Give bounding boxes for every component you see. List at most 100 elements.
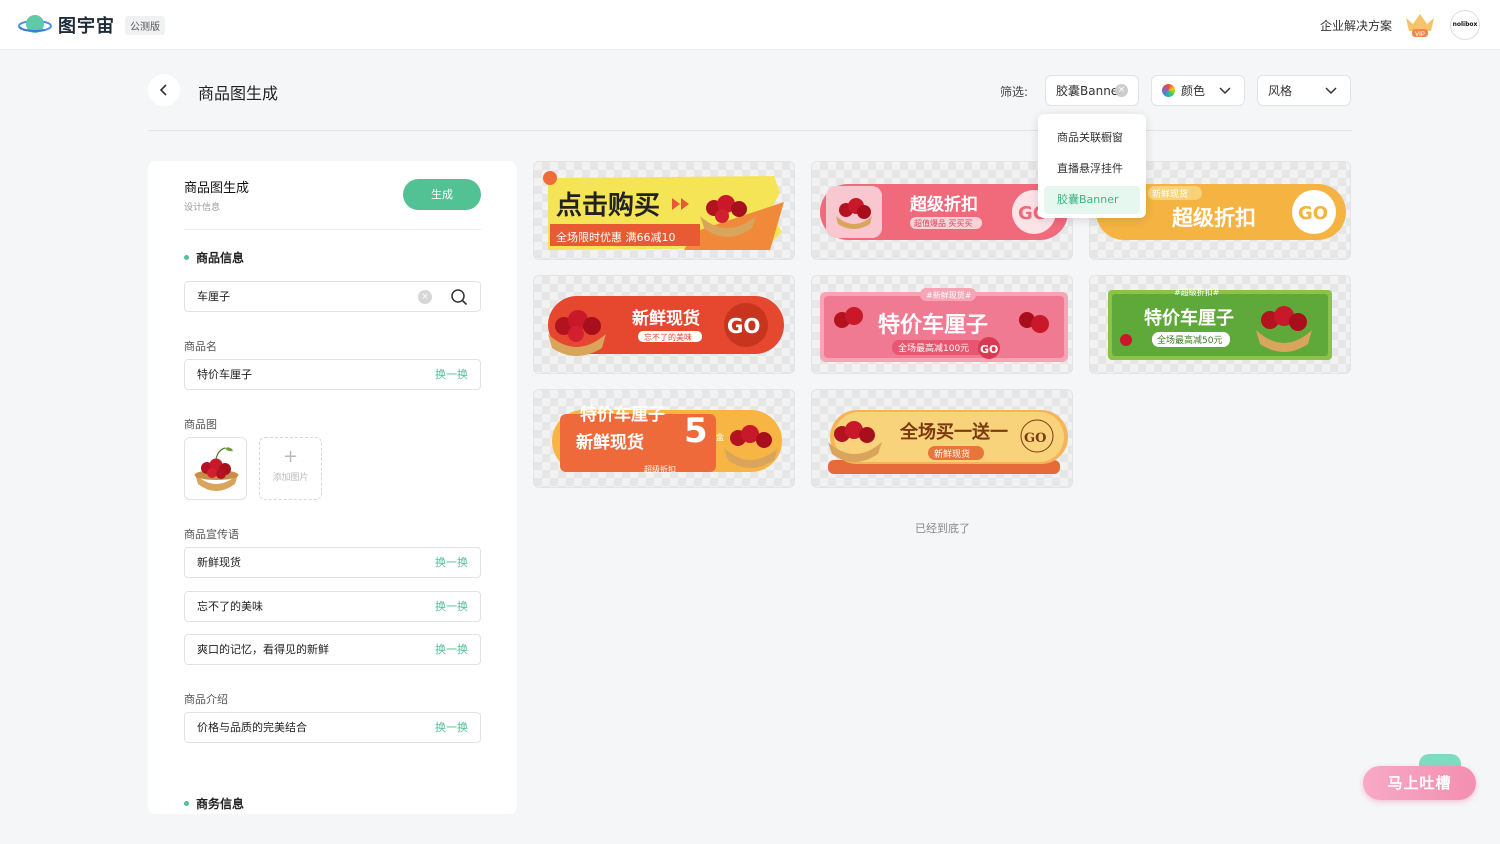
banner-headline: 特价车厘子 bbox=[1144, 307, 1234, 329]
swap-button[interactable]: 换一换 bbox=[435, 360, 468, 389]
banner-unit: 盒 bbox=[716, 432, 724, 442]
product-search-value: 车厘子 bbox=[197, 290, 230, 303]
panel-divider bbox=[184, 229, 481, 230]
design-info-panel: 商品图生成 设计信息 生成 商品信息 车厘子 × 商品名 特价车厘子 换一换 商… bbox=[148, 161, 517, 814]
banner-sub: 超值爆品 买买买 bbox=[914, 218, 973, 228]
add-image-button[interactable]: + 添加图片 bbox=[259, 437, 322, 500]
banner-sub: 全场最高减100元 bbox=[898, 342, 969, 354]
intro-value: 价格与品质的完美结合 bbox=[197, 721, 307, 734]
filter-label: 筛选: bbox=[1000, 85, 1029, 99]
banner-headline: 特价车厘子 bbox=[878, 312, 988, 338]
banner-headline: 特价车厘子 bbox=[580, 404, 665, 425]
banner-sub: 忘不了的美味 bbox=[644, 332, 692, 342]
beta-badge: 公测版 bbox=[125, 15, 165, 35]
banner-headline: 超级折扣 bbox=[910, 194, 978, 215]
header-divider bbox=[148, 130, 1352, 131]
generate-button[interactable]: 生成 bbox=[403, 179, 481, 210]
top-navbar: 图宇宙 公测版 企业解决方案 VIP nolibox bbox=[0, 0, 1500, 50]
slogan-field-1[interactable]: 新鲜现货 换一换 bbox=[184, 547, 481, 578]
color-wheel-icon bbox=[1162, 84, 1175, 97]
slogan-value: 爽口的记忆，看得见的新鲜 bbox=[197, 643, 329, 656]
page-title: 商品图生成 bbox=[198, 84, 279, 103]
banner-card[interactable]: 特价车厘子 新鲜现货 5 盒 超级折扣 bbox=[533, 389, 795, 488]
style-filter[interactable]: 风格 bbox=[1257, 75, 1351, 106]
clear-filter-icon[interactable]: × bbox=[1115, 84, 1128, 97]
go-label: GO bbox=[980, 343, 998, 356]
section-product-label: 商品信息 bbox=[196, 251, 245, 265]
section-dot-icon bbox=[184, 255, 189, 260]
banner-headline-2: 新鲜现货 bbox=[576, 432, 644, 453]
banner-headline: 全场买一送一 bbox=[899, 421, 1008, 443]
swap-button[interactable]: 换一换 bbox=[435, 635, 468, 664]
slogan-label: 商品宣传语 bbox=[184, 528, 239, 541]
back-button[interactable] bbox=[148, 74, 180, 106]
dropdown-item-showcase[interactable]: 商品关联橱窗 bbox=[1044, 124, 1140, 152]
banner-headline: 新鲜现货 bbox=[632, 308, 700, 329]
clear-icon[interactable]: × bbox=[418, 290, 432, 304]
banner-tag: #新鲜现货# bbox=[926, 290, 972, 300]
slogan-value: 新鲜现货 bbox=[197, 556, 241, 569]
banner-tag: 新鲜现货 bbox=[1152, 188, 1188, 200]
avatar[interactable]: nolibox bbox=[1450, 10, 1480, 40]
product-name-field[interactable]: 特价车厘子 换一换 bbox=[184, 359, 481, 390]
swap-button[interactable]: 换一换 bbox=[435, 592, 468, 621]
color-filter[interactable]: 颜色 bbox=[1151, 75, 1245, 106]
product-search-input[interactable]: 车厘子 × bbox=[184, 281, 481, 312]
color-filter-label: 颜色 bbox=[1181, 84, 1206, 98]
product-image-thumbnail[interactable] bbox=[184, 437, 247, 500]
section-dot-icon bbox=[184, 801, 189, 806]
intro-field[interactable]: 价格与品质的完美结合 换一换 bbox=[184, 712, 481, 743]
swap-button[interactable]: 换一换 bbox=[435, 548, 468, 577]
logo[interactable]: 图宇宙 公测版 bbox=[18, 12, 165, 38]
banner-card[interactable]: #新鲜现货# 特价车厘子 全场最高减100元 GO bbox=[811, 275, 1073, 374]
dropdown-item-live-widget[interactable]: 直播悬浮挂件 bbox=[1044, 155, 1140, 183]
panel-title: 商品图生成 bbox=[184, 181, 250, 196]
banner-sub: 全场限时优惠 满66减10 bbox=[556, 230, 676, 244]
go-label: GO bbox=[1298, 203, 1328, 224]
feedback-button[interactable]: 马上吐槽 bbox=[1363, 766, 1476, 800]
vip-label: VIP bbox=[1415, 32, 1425, 38]
type-filter[interactable]: 胶囊Banner × bbox=[1045, 75, 1139, 106]
add-image-label: 添加图片 bbox=[272, 473, 309, 483]
slogan-field-3[interactable]: 爽口的记忆，看得见的新鲜 换一换 bbox=[184, 634, 481, 665]
banner-card[interactable]: 点击购买 全场限时优惠 满66减10 bbox=[533, 161, 795, 260]
type-filter-value: 胶囊Banner bbox=[1056, 84, 1124, 98]
product-image-label: 商品图 bbox=[184, 418, 217, 431]
plus-icon: + bbox=[282, 446, 299, 467]
go-label: GO bbox=[727, 314, 760, 338]
banner-number: 5 bbox=[684, 411, 708, 451]
banner-card[interactable]: 新鲜现货 忘不了的美味 GO bbox=[533, 275, 795, 374]
banner-sub: 超级折扣 bbox=[644, 464, 676, 474]
product-name-label: 商品名 bbox=[184, 340, 217, 353]
search-icon[interactable] bbox=[450, 288, 468, 306]
intro-label: 商品介绍 bbox=[184, 693, 228, 706]
enterprise-solutions-link[interactable]: 企业解决方案 bbox=[1320, 17, 1392, 34]
banner-headline: 超级折扣 bbox=[1172, 206, 1256, 230]
style-filter-label: 风格 bbox=[1268, 84, 1293, 98]
cherry-basket-image bbox=[194, 447, 239, 491]
banner-card[interactable]: #超级折扣# 特价车厘子 全场最高减50元 bbox=[1089, 275, 1351, 374]
section-product-info: 商品信息 bbox=[184, 249, 244, 266]
chevron-down-icon bbox=[1325, 87, 1337, 95]
planet-logo-icon bbox=[18, 13, 52, 37]
banner-tag: #超级折扣# bbox=[1174, 287, 1220, 297]
banner-headline: 点击购买 bbox=[556, 190, 660, 221]
banner-card[interactable]: 超级折扣 超值爆品 买买买 GO bbox=[811, 161, 1073, 260]
dropdown-item-capsule-banner[interactable]: 胶囊Banner bbox=[1044, 186, 1140, 214]
section-business-info: 商务信息 bbox=[184, 795, 244, 812]
banner-sub: 新鲜现货 bbox=[934, 448, 970, 460]
section-business-label: 商务信息 bbox=[196, 797, 245, 811]
banner-sub: 全场最高减50元 bbox=[1157, 334, 1222, 346]
type-dropdown-menu: 商品关联橱窗 直播悬浮挂件 胶囊Banner bbox=[1038, 114, 1146, 218]
banner-card[interactable]: 全场买一送一 新鲜现货 GO bbox=[811, 389, 1073, 488]
end-of-list-text: 已经到底了 bbox=[915, 522, 970, 535]
vip-crown-icon[interactable]: VIP bbox=[1404, 12, 1436, 38]
chevron-left-icon bbox=[159, 84, 167, 96]
swap-button[interactable]: 换一换 bbox=[435, 713, 468, 742]
product-name-value: 特价车厘子 bbox=[197, 368, 252, 381]
slogan-value: 忘不了的美味 bbox=[197, 600, 263, 613]
slogan-field-2[interactable]: 忘不了的美味 换一换 bbox=[184, 591, 481, 622]
go-label: GO bbox=[1024, 431, 1046, 446]
chevron-down-icon bbox=[1219, 87, 1231, 95]
panel-subtitle: 设计信息 bbox=[184, 203, 221, 213]
